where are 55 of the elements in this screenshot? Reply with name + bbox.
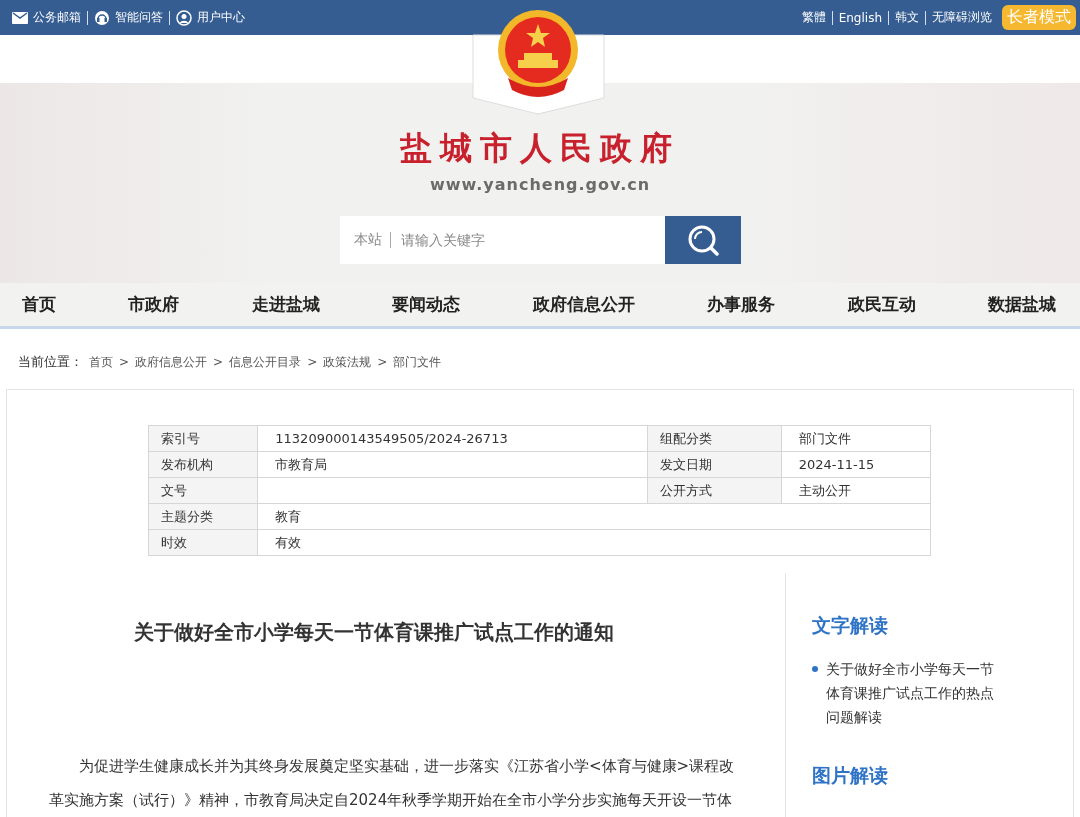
table-label: 组配分类 [647, 425, 782, 452]
nav-item[interactable]: 走进盐城 [251, 293, 320, 316]
table-label: 发布机构 [148, 451, 258, 478]
search-button[interactable] [664, 216, 741, 264]
top-link[interactable]: 用户中心 [176, 9, 245, 26]
breadcrumb-separator: > [119, 355, 130, 369]
table-label: 时效 [148, 529, 258, 556]
nav-item[interactable]: 政民互动 [847, 293, 916, 316]
table-cell: 部门文件 [781, 425, 931, 452]
nav-item[interactable]: 办事服务 [707, 293, 776, 316]
user-icon [176, 9, 192, 26]
table-label: 公开方式 [647, 477, 782, 504]
language-link[interactable]: 韩文 [895, 9, 919, 26]
article-paragraph: 为促进学生健康成长并为其终身发展奠定坚实基础，进一步落实《江苏省小学<体育与健康>课程改革实施方案（试行）》精神，市教育局决定自2024年秋季学期开始在全市小学分步实施每天开设一节体 [49, 756, 736, 811]
table-cell: 主动公开 [781, 477, 931, 504]
headset-icon [94, 9, 110, 26]
site-url: www.yancheng.gov.cn [429, 175, 651, 194]
language-link[interactable]: English [838, 10, 882, 25]
sidebar-heading: 图片解读 [812, 763, 889, 788]
breadcrumb-separator: > [377, 355, 388, 369]
breadcrumb-link[interactable]: 政府信息公开 [135, 353, 208, 371]
table-label: 索引号 [148, 425, 258, 452]
sidebar-link[interactable]: 关于做好全市小学每天一节体育课推广试点工作的热点问题解读 [812, 657, 1006, 729]
nav-item[interactable]: 首页 [22, 293, 56, 316]
table-cell: 有效 [257, 529, 931, 556]
table-label: 文号 [148, 477, 258, 504]
breadcrumb-label: 当前位置： [18, 353, 83, 371]
search-scope: 本站 [353, 231, 382, 249]
article-title: 关于做好全市小学每天一节体育课推广试点工作的通知 [134, 619, 615, 646]
site-title: 盐城市人民政府 [400, 128, 680, 169]
language-link[interactable]: 繁體 [801, 9, 826, 26]
breadcrumb-separator: > [307, 355, 318, 369]
nav-item[interactable]: 数据盐城 [987, 293, 1056, 316]
table-cell: 教育 [257, 503, 931, 530]
table-label: 主题分类 [148, 503, 258, 530]
nav-item[interactable]: 政府信息公开 [532, 293, 635, 316]
breadcrumb-separator: > [213, 355, 224, 369]
breadcrumb-link[interactable]: 信息公开目录 [229, 353, 302, 371]
search-bar[interactable]: 本站 请输入关键字 [339, 216, 665, 264]
language-link[interactable]: 无障碍浏览 [932, 9, 992, 26]
nav-item[interactable]: 市政府 [128, 293, 180, 316]
nav-item[interactable]: 要闻动态 [392, 293, 461, 316]
top-link[interactable]: 公务邮箱 [12, 9, 81, 26]
search-field[interactable]: 请输入关键字 [398, 231, 651, 249]
sidebar-heading: 文字解读 [812, 613, 889, 638]
top-link[interactable]: 智能问答 [94, 9, 163, 26]
table-cell: 市教育局 [257, 451, 648, 478]
table-cell: 2024-11-15 [781, 451, 931, 478]
breadcrumb-link[interactable]: 部门文件 [393, 353, 442, 371]
table-label: 发文日期 [647, 451, 782, 478]
table-cell: 113209000143549505/2024-26713 [257, 425, 648, 452]
bullet-icon [812, 666, 818, 672]
breadcrumb-link[interactable]: 政策法规 [323, 353, 372, 371]
mail-icon [12, 11, 28, 24]
breadcrumb-link[interactable]: 首页 [89, 353, 113, 371]
